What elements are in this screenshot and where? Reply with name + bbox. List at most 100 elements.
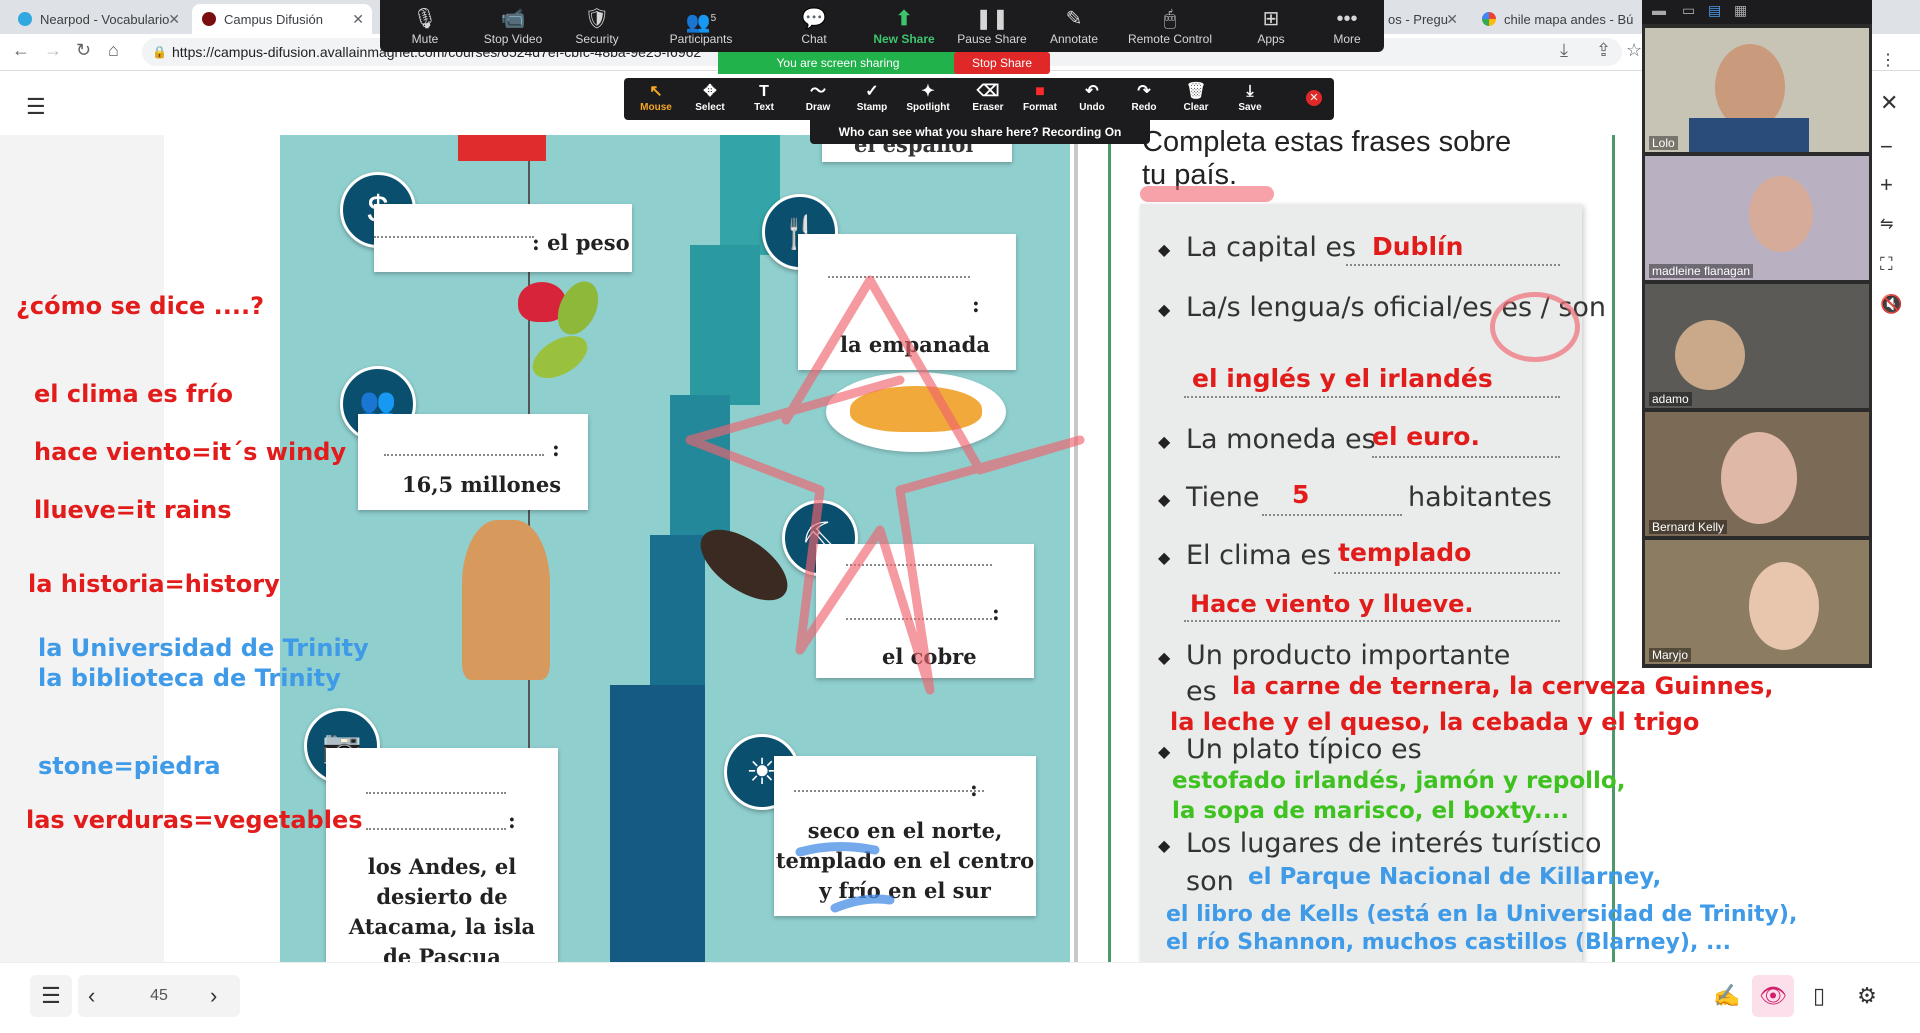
browser-tab-google[interactable]: chile mapa andes - Bú: [1472, 4, 1642, 34]
blank-line: [366, 792, 506, 794]
stamp-tool[interactable]: ✓ Stamp: [846, 82, 898, 113]
browser-tab-preguntas[interactable]: os - Pregu ✕: [1384, 4, 1466, 34]
clear-tool[interactable]: 🗑 Clear: [1170, 82, 1222, 113]
participant-face: [1675, 320, 1745, 390]
plus-icon[interactable]: +: [1880, 172, 1893, 198]
stop-video-button[interactable]: 📹 Stop Video: [473, 6, 553, 46]
participant-face: [1721, 432, 1797, 524]
close-icon[interactable]: ✕: [1880, 90, 1898, 116]
visibility-eye-icon[interactable]: 👁: [1752, 975, 1794, 1017]
answer-annotation: templado: [1338, 538, 1472, 567]
spotlight-icon: ✦: [921, 83, 935, 100]
item-prompt: La capital es: [1186, 232, 1357, 263]
draw-tool[interactable]: 〜 Draw: [792, 82, 844, 113]
pencil-icon: ✎: [1065, 8, 1083, 30]
answer-annotation: la leche y el queso, la cebada y el trig…: [1170, 708, 1700, 736]
undo-tool[interactable]: ↶ Undo: [1066, 82, 1118, 113]
reload-icon[interactable]: ↻: [76, 40, 91, 61]
close-icon[interactable]: ✕: [1306, 90, 1322, 106]
bullet: ◆: [1158, 550, 1171, 567]
recording-notice[interactable]: Who can see what you share here? Recordi…: [810, 120, 1150, 144]
checkmark-icon: ✓: [865, 83, 879, 100]
item-prompt: es: [1186, 676, 1217, 707]
video-tile-maryjo[interactable]: Maryjo: [1645, 540, 1869, 664]
mouse-tool[interactable]: ↖ Mouse: [630, 82, 682, 113]
close-icon[interactable]: ✕: [352, 11, 364, 28]
participant-name: Bernard Kelly: [1649, 520, 1728, 534]
answer-annotation: estofado irlandés, jamón y repollo,: [1172, 768, 1626, 794]
gallery-view-icon[interactable]: ▦: [1734, 2, 1747, 19]
book-icon[interactable]: ▯: [1798, 975, 1840, 1017]
bookmark-star-icon[interactable]: ☆: [1626, 40, 1642, 61]
text-tool[interactable]: T Text: [738, 82, 790, 113]
chile-territory: [610, 685, 705, 962]
tool-label: Undo: [1079, 102, 1105, 113]
colon: :: [552, 436, 560, 461]
answer-annotation: Dublín: [1372, 232, 1464, 261]
toolbar-label: More: [1333, 32, 1361, 46]
home-icon[interactable]: ⌂: [108, 40, 119, 61]
install-icon[interactable]: ⤓: [1560, 40, 1568, 61]
note-annotation: la historia=history: [28, 570, 280, 598]
fullscreen-icon[interactable]: ⛶: [1880, 254, 1893, 275]
translate-icon[interactable]: ⇋: [1880, 214, 1893, 234]
bullet: ◆: [1158, 838, 1171, 855]
audio-off-icon[interactable]: 🔇: [1880, 294, 1902, 315]
note-annotation: llueve=it rains: [34, 496, 232, 524]
nearpod-icon: [18, 12, 32, 26]
answer-annotation: el inglés y el irlandés: [1192, 364, 1493, 393]
chat-bubble-icon: 💬: [801, 8, 827, 30]
security-button[interactable]: 🛡 Security: [557, 6, 637, 46]
minus-icon[interactable]: −: [1880, 134, 1893, 160]
mute-button[interactable]: 🎙 Mute: [385, 6, 465, 46]
trash-icon: 🗑: [1185, 83, 1207, 100]
forward-icon[interactable]: →: [44, 40, 62, 61]
close-icon[interactable]: ✕: [168, 11, 180, 28]
new-share-button[interactable]: ⬆ New Share: [864, 6, 944, 46]
redo-tool[interactable]: ↷ Redo: [1118, 82, 1170, 113]
save-tool[interactable]: ⤓ Save: [1224, 82, 1276, 113]
pager: ‹ 45 ›: [78, 975, 240, 1017]
pause-share-button[interactable]: ❚❚ Pause Share: [952, 6, 1032, 46]
note-annotation: ¿cómo se dice ....?: [16, 292, 265, 320]
minimize-icon[interactable]: ▬: [1652, 2, 1666, 18]
window-icon[interactable]: ▭: [1682, 2, 1695, 19]
slide-list-icon[interactable]: ☰: [30, 975, 72, 1017]
answer-annotation: el río Shannon, muchos castillos (Blarne…: [1166, 930, 1732, 955]
more-button[interactable]: ••• More: [1307, 6, 1387, 46]
share-icon[interactable]: ⇪: [1596, 40, 1611, 61]
participant-name: Maryjo: [1649, 648, 1692, 662]
speaker-view-icon[interactable]: ▤: [1708, 2, 1721, 19]
chat-button[interactable]: 💬 Chat: [774, 6, 854, 46]
stop-share-label: Stop Share: [971, 56, 1033, 70]
menu-icon[interactable]: ☰: [26, 94, 46, 120]
participants-button[interactable]: 👥5 Participants: [661, 6, 741, 46]
browser-tab-nearpod[interactable]: Nearpod - Vocabulario ✕: [8, 4, 188, 34]
browser-tab-campus[interactable]: Campus Difusión ✕: [192, 4, 372, 34]
video-tile-adamo[interactable]: adamo: [1645, 284, 1869, 408]
back-icon[interactable]: ←: [12, 40, 30, 61]
answer-annotation: 5: [1292, 480, 1310, 509]
annotate-button[interactable]: ✎ Annotate: [1034, 6, 1114, 46]
eraser-tool[interactable]: ⌫ Eraser: [962, 82, 1014, 113]
format-tool[interactable]: ■ Format: [1014, 82, 1066, 113]
more-vertical-icon[interactable]: ⋮: [1880, 50, 1896, 70]
title-line: Completa estas frases sobre: [1142, 126, 1512, 158]
next-icon[interactable]: ›: [210, 975, 217, 1017]
video-tile-madleine[interactable]: madleine flanagan: [1645, 156, 1869, 280]
video-tile-lolo[interactable]: Lolo: [1645, 28, 1869, 152]
settings-gear-icon[interactable]: ⚙: [1846, 975, 1888, 1017]
blank-line: [1262, 514, 1402, 516]
apps-button[interactable]: ⊞ Apps: [1231, 6, 1311, 46]
spotlight-tool[interactable]: ✦ Spotlight: [902, 82, 954, 113]
select-tool[interactable]: ✥ Select: [684, 82, 736, 113]
green-rule: [1108, 135, 1111, 962]
stop-share-button[interactable]: Stop Share: [954, 52, 1050, 74]
close-icon[interactable]: ✕: [1446, 11, 1458, 28]
blank-line: [1334, 572, 1560, 574]
remote-control-button[interactable]: 🖱 Remote Control: [1120, 6, 1220, 46]
video-camera-icon: 📹: [500, 8, 526, 30]
bullet: ◆: [1158, 242, 1171, 259]
annotate-icon[interactable]: ✍: [1706, 975, 1748, 1017]
video-tile-bernard[interactable]: Bernard Kelly: [1645, 412, 1869, 536]
